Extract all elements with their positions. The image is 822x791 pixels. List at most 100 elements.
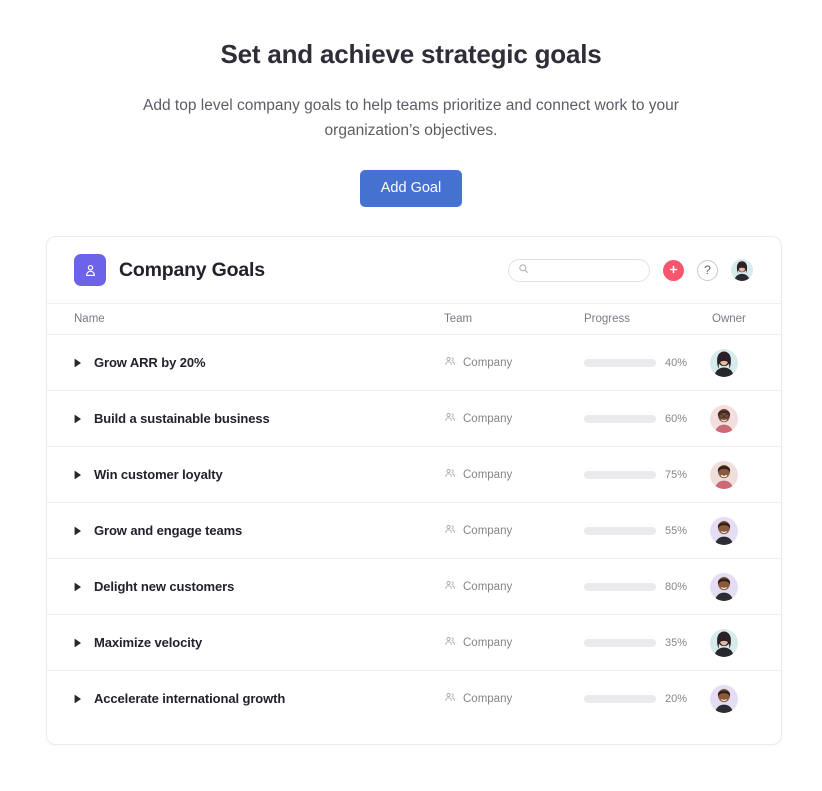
owner-cell — [710, 460, 753, 489]
goal-name-cell: Maximize velocity — [74, 635, 444, 650]
progress-percent-label: 80% — [665, 580, 688, 593]
goal-name-label[interactable]: Grow ARR by 20% — [94, 355, 206, 370]
page-title: Set and achieve strategic goals — [220, 39, 602, 69]
search-box[interactable] — [508, 258, 650, 282]
triangle-right-icon — [74, 470, 81, 479]
team-label: Company — [463, 692, 513, 705]
progress-bar-track — [584, 694, 656, 703]
goal-name-label[interactable]: Win customer loyalty — [94, 467, 223, 482]
cta-wrapper: Add Goal — [0, 169, 822, 208]
table-body: Grow ARR by 20% Company 40% Build a sust… — [47, 334, 781, 726]
progress-cell: 20% — [584, 693, 710, 705]
team-cell: Company — [444, 522, 584, 540]
progress-percent-label: 75% — [665, 468, 688, 481]
progress-percent-label: 40% — [665, 356, 688, 369]
column-header-owner: Owner — [712, 313, 746, 325]
table-row[interactable]: Grow and engage teams Company 55% — [47, 502, 781, 558]
owner-avatar[interactable] — [710, 684, 738, 713]
team-cell: Company — [444, 578, 584, 596]
team-label: Company — [463, 580, 513, 593]
progress-cell: 35% — [584, 637, 710, 649]
goal-name-cell: Build a sustainable business — [74, 411, 444, 426]
owner-avatar[interactable] — [710, 460, 738, 489]
table-row[interactable]: Build a sustainable business Company 60% — [47, 390, 781, 446]
team-label: Company — [463, 356, 513, 369]
triangle-right-icon — [74, 526, 81, 535]
goal-name-label[interactable]: Accelerate international growth — [94, 691, 285, 706]
table-row[interactable]: Grow ARR by 20% Company 40% — [47, 334, 781, 390]
people-icon — [444, 522, 456, 540]
team-cell: Company — [444, 354, 584, 372]
expand-row-toggle[interactable] — [74, 470, 94, 480]
add-item-button[interactable] — [663, 259, 684, 281]
owner-cell — [710, 628, 753, 657]
team-cell: Company — [444, 634, 584, 652]
goal-name-label[interactable]: Maximize velocity — [94, 635, 202, 650]
goal-name-cell: Grow ARR by 20% — [74, 355, 444, 370]
owner-avatar[interactable] — [710, 516, 738, 545]
help-button[interactable]: ? — [697, 259, 718, 281]
owner-avatar[interactable] — [710, 348, 738, 377]
people-icon — [444, 634, 456, 652]
owner-avatar[interactable] — [710, 628, 738, 657]
card-header-tools: ? — [508, 258, 753, 282]
owner-cell — [710, 348, 753, 377]
team-label: Company — [463, 468, 513, 481]
progress-bar-track — [584, 638, 656, 647]
progress-cell: 60% — [584, 413, 710, 425]
table-row[interactable]: Win customer loyalty Company 75% — [47, 446, 781, 502]
progress-bar-track — [584, 526, 656, 535]
team-label: Company — [463, 412, 513, 425]
table-row[interactable]: Delight new customers Company 80% — [47, 558, 781, 614]
card-header: Company Goals ? — [47, 237, 781, 303]
add-goal-button[interactable]: Add Goal — [359, 169, 463, 208]
owner-cell — [710, 684, 753, 713]
expand-row-toggle[interactable] — [74, 526, 94, 536]
goal-name-label[interactable]: Build a sustainable business — [94, 411, 270, 426]
expand-row-toggle[interactable] — [74, 638, 94, 648]
page-root: Set and achieve strategic goals Add top … — [0, 0, 822, 791]
goals-table: Name Team Progress Owner Grow ARR by 20%… — [47, 303, 781, 726]
progress-bar-track — [584, 358, 656, 367]
goal-name-cell: Grow and engage teams — [74, 523, 444, 538]
progress-percent-label: 60% — [665, 412, 688, 425]
card-brand: Company Goals — [74, 254, 265, 286]
progress-cell: 75% — [584, 469, 710, 481]
column-header-progress: Progress — [584, 313, 631, 325]
triangle-right-icon — [74, 358, 81, 367]
column-header-team: Team — [444, 313, 473, 325]
table-row[interactable]: Maximize velocity Company 35% — [47, 614, 781, 670]
expand-row-toggle[interactable] — [74, 414, 94, 424]
progress-cell: 55% — [584, 525, 710, 537]
owner-cell — [710, 404, 753, 433]
column-header-name: Name — [74, 313, 105, 325]
plus-icon — [668, 263, 679, 278]
team-label: Company — [463, 636, 513, 649]
goal-name-cell: Delight new customers — [74, 579, 444, 594]
progress-bar-track — [584, 582, 656, 591]
hero-section: Set and achieve strategic goals Add top … — [0, 0, 822, 208]
card-title: Company Goals — [119, 258, 265, 281]
progress-percent-label: 55% — [665, 524, 688, 537]
triangle-right-icon — [74, 582, 81, 591]
goal-name-cell: Win customer loyalty — [74, 467, 444, 482]
progress-percent-label: 35% — [665, 636, 688, 649]
expand-row-toggle[interactable] — [74, 694, 94, 704]
account-avatar[interactable] — [731, 259, 753, 281]
people-icon — [444, 690, 456, 708]
people-icon — [444, 466, 456, 484]
goal-name-label[interactable]: Delight new customers — [94, 579, 234, 594]
goal-name-label[interactable]: Grow and engage teams — [94, 523, 242, 538]
people-icon — [444, 578, 456, 596]
search-input[interactable] — [535, 264, 640, 276]
triangle-right-icon — [74, 694, 81, 703]
owner-avatar[interactable] — [710, 404, 738, 433]
people-icon — [444, 410, 456, 428]
progress-bar-track — [584, 414, 656, 423]
table-row[interactable]: Accelerate international growth Company … — [47, 670, 781, 726]
triangle-right-icon — [74, 638, 81, 647]
expand-row-toggle[interactable] — [74, 358, 94, 368]
owner-avatar[interactable] — [710, 572, 738, 601]
expand-row-toggle[interactable] — [74, 582, 94, 592]
progress-percent-label: 20% — [665, 692, 688, 705]
